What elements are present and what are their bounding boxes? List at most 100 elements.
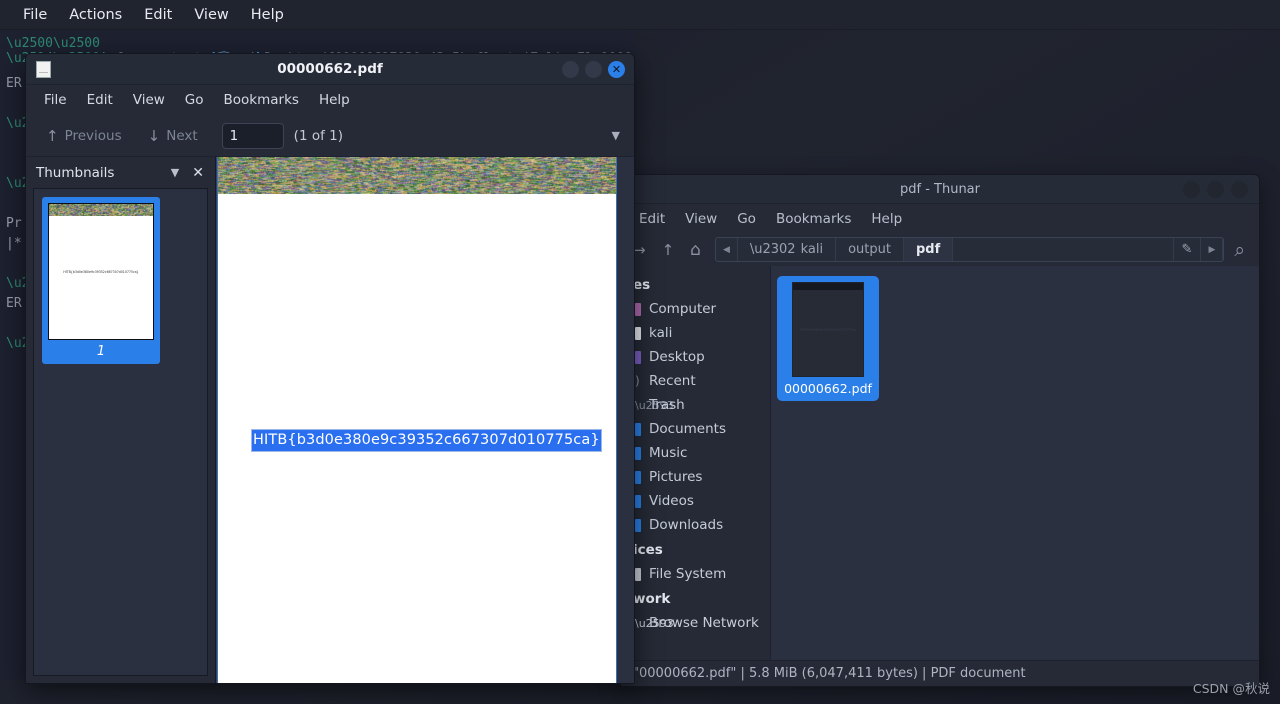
thunar-sidebar[interactable]: es Computer kali Desktop ) Recent	[621, 266, 771, 660]
topmenu-item-edit[interactable]: Edit	[133, 4, 183, 26]
sidebar-item-documents[interactable]: Documents	[621, 417, 770, 441]
file-item-00000662-pdf[interactable]: HITB{b3d0e380e9c39352c667307d010775ca} 0…	[777, 276, 879, 401]
pathbar-back-chevron-icon[interactable]: ◀	[716, 238, 738, 261]
thunar-menu-go[interactable]: Go	[727, 208, 766, 230]
pdf-maximize-button[interactable]	[585, 61, 602, 78]
sidebar-label: Trash	[649, 397, 685, 413]
topmenu-item-view[interactable]: View	[183, 4, 239, 26]
trash-icon: \u2593	[635, 399, 641, 412]
topmenu-item-help[interactable]: Help	[240, 4, 295, 26]
pathbar-forward-chevron-icon[interactable]: ▶	[1201, 238, 1223, 261]
up-icon[interactable]: ↑	[656, 239, 681, 261]
pdf-minimize-button[interactable]	[562, 61, 579, 78]
folder-downloads-icon	[635, 519, 641, 532]
pdf-sidebar-title: Thumbnails	[36, 165, 161, 181]
thunar-file-area[interactable]: HITB{b3d0e380e9c39352c667307d010775ca} 0…	[771, 266, 1259, 660]
thunar-pathbar[interactable]: ◀ \u2302 kali output pdf ✎ ▶	[715, 237, 1224, 262]
page-number-input[interactable]: 1	[222, 123, 284, 149]
file-thumbnail-text: HITB{b3d0e380e9c39352c667307d010775ca}	[800, 328, 857, 331]
page-count-label: (1 of 1)	[294, 128, 343, 144]
pdf-menu-go[interactable]: Go	[175, 89, 214, 111]
thunar-window[interactable]: pdf - Thunar Edit View Go Bookmarks Help…	[620, 174, 1260, 687]
folder-videos-icon	[635, 495, 641, 508]
arrow-down-icon: ↓	[148, 127, 161, 145]
chevron-down-icon[interactable]: ▼	[612, 129, 628, 142]
breadcrumb-kali[interactable]: \u2302 kali	[738, 238, 836, 261]
folder-home-icon	[635, 327, 641, 340]
edit-path-icon[interactable]: ✎	[1174, 238, 1202, 261]
pdf-page-noise-strip	[218, 157, 616, 194]
pdf-viewer-window[interactable]: 00000662.pdf ✕ File Edit View Go Bookmar…	[25, 53, 635, 684]
previous-page-label: Previous	[65, 128, 122, 144]
pdf-menu-edit[interactable]: Edit	[77, 89, 123, 111]
pdf-thumbnail-page-number: 1	[48, 340, 154, 362]
topmenu-item-actions[interactable]: Actions	[58, 4, 133, 26]
pdf-page-sheet: HITB{b3d0e380e9c39352c667307d010775ca}	[217, 157, 617, 683]
sidebar-item-music[interactable]: Music	[621, 441, 770, 465]
breadcrumb-pdf[interactable]: pdf	[904, 238, 953, 261]
thunar-titlebar[interactable]: pdf - Thunar	[621, 175, 1259, 204]
previous-page-button[interactable]: ↑ Previous	[38, 123, 130, 149]
sidebar-label: Documents	[649, 421, 726, 437]
pdf-toolbar[interactable]: ↑ Previous ↓ Next 1 (1 of 1) ▼	[26, 115, 634, 157]
sidebar-item-pictures[interactable]: Pictures	[621, 465, 770, 489]
search-icon[interactable]: ⌕	[1228, 237, 1251, 263]
home-icon[interactable]: ⌂	[684, 238, 707, 262]
sidebar-label: Music	[649, 445, 687, 461]
pdf-thumbnail-page-1[interactable]: HITB{b3d0e380e9c39352c667307d010775ca} 1	[42, 197, 160, 364]
sidebar-label: kali	[649, 325, 672, 341]
thunar-menu-help[interactable]: Help	[861, 208, 912, 230]
folder-desktop-icon	[635, 351, 641, 364]
pdf-menu-help[interactable]: Help	[309, 89, 360, 111]
thunar-menu-view[interactable]: View	[675, 208, 727, 230]
document-icon	[36, 61, 51, 78]
folder-documents-icon	[635, 423, 641, 436]
thunar-menu-bookmarks[interactable]: Bookmarks	[766, 208, 861, 230]
pdf-thumbnail-list[interactable]: HITB{b3d0e380e9c39352c667307d010775ca} 1	[33, 188, 208, 676]
pdf-titlebar[interactable]: 00000662.pdf ✕	[26, 54, 634, 85]
sidebar-label: Computer	[649, 301, 716, 317]
sidebar-item-videos[interactable]: Videos	[621, 489, 770, 513]
thunar-menu-edit[interactable]: Edit	[629, 208, 675, 230]
sidebar-item-kali[interactable]: kali	[621, 321, 770, 345]
sidebar-label: Recent	[649, 373, 696, 389]
folder-pictures-icon	[635, 471, 641, 484]
sidebar-group-devices: ices	[621, 537, 770, 562]
computer-icon	[635, 303, 641, 316]
desktop-menubar[interactable]: File Actions Edit View Help	[0, 0, 1280, 30]
sidebar-item-downloads[interactable]: Downloads	[621, 513, 770, 537]
pathbar-spacer	[953, 238, 1173, 261]
sidebar-group-network: work	[621, 586, 770, 611]
pdf-page-view[interactable]: HITB{b3d0e380e9c39352c667307d010775ca}	[216, 157, 634, 683]
pdf-close-button[interactable]: ✕	[608, 61, 625, 78]
pdf-menu-file[interactable]: File	[34, 89, 77, 111]
pdf-menu-view[interactable]: View	[123, 89, 175, 111]
pdf-body: Thumbnails ▼ ✕ HITB{b3d0e380e9c39352c667…	[26, 157, 634, 683]
thunar-menubar[interactable]: Edit View Go Bookmarks Help	[621, 204, 1259, 233]
sidebar-label: Pictures	[649, 469, 702, 485]
sidebar-item-trash[interactable]: \u2593 Trash	[621, 393, 770, 417]
topmenu-item-file[interactable]: File	[12, 4, 58, 26]
thunar-window-title: pdf - Thunar	[621, 182, 1259, 197]
file-thumbnail: HITB{b3d0e380e9c39352c667307d010775ca}	[792, 282, 864, 377]
sidebar-item-browse-network[interactable]: \u2593 Browse Network	[621, 611, 770, 635]
next-page-label: Next	[166, 128, 197, 144]
sidebar-item-computer[interactable]: Computer	[621, 297, 770, 321]
pdf-sidebar-header[interactable]: Thumbnails ▼ ✕	[26, 157, 215, 188]
breadcrumb-output[interactable]: output	[836, 238, 904, 261]
sidebar-item-recent[interactable]: ) Recent	[621, 369, 770, 393]
network-icon: \u2593	[635, 617, 641, 630]
chevron-down-icon[interactable]: ▼	[167, 166, 183, 179]
pdf-menu-bookmarks[interactable]: Bookmarks	[214, 89, 309, 111]
close-icon[interactable]: ✕	[189, 165, 207, 181]
thunar-toolbar[interactable]: → ↑ ⌂ ◀ \u2302 kali output pdf ✎ ▶ ⌕	[621, 233, 1259, 266]
next-page-button[interactable]: ↓ Next	[140, 123, 206, 149]
pdf-page-flag-text[interactable]: HITB{b3d0e380e9c39352c667307d010775ca}	[252, 430, 601, 451]
sidebar-item-file-system[interactable]: File System	[621, 562, 770, 586]
drive-icon	[635, 568, 641, 581]
pdf-window-controls[interactable]: ✕	[562, 61, 634, 78]
pdf-thumbnail-noise-strip	[49, 204, 154, 216]
sidebar-item-desktop[interactable]: Desktop	[621, 345, 770, 369]
pdf-menubar[interactable]: File Edit View Go Bookmarks Help	[26, 85, 634, 115]
pdf-sidebar[interactable]: Thumbnails ▼ ✕ HITB{b3d0e380e9c39352c667…	[26, 157, 216, 683]
